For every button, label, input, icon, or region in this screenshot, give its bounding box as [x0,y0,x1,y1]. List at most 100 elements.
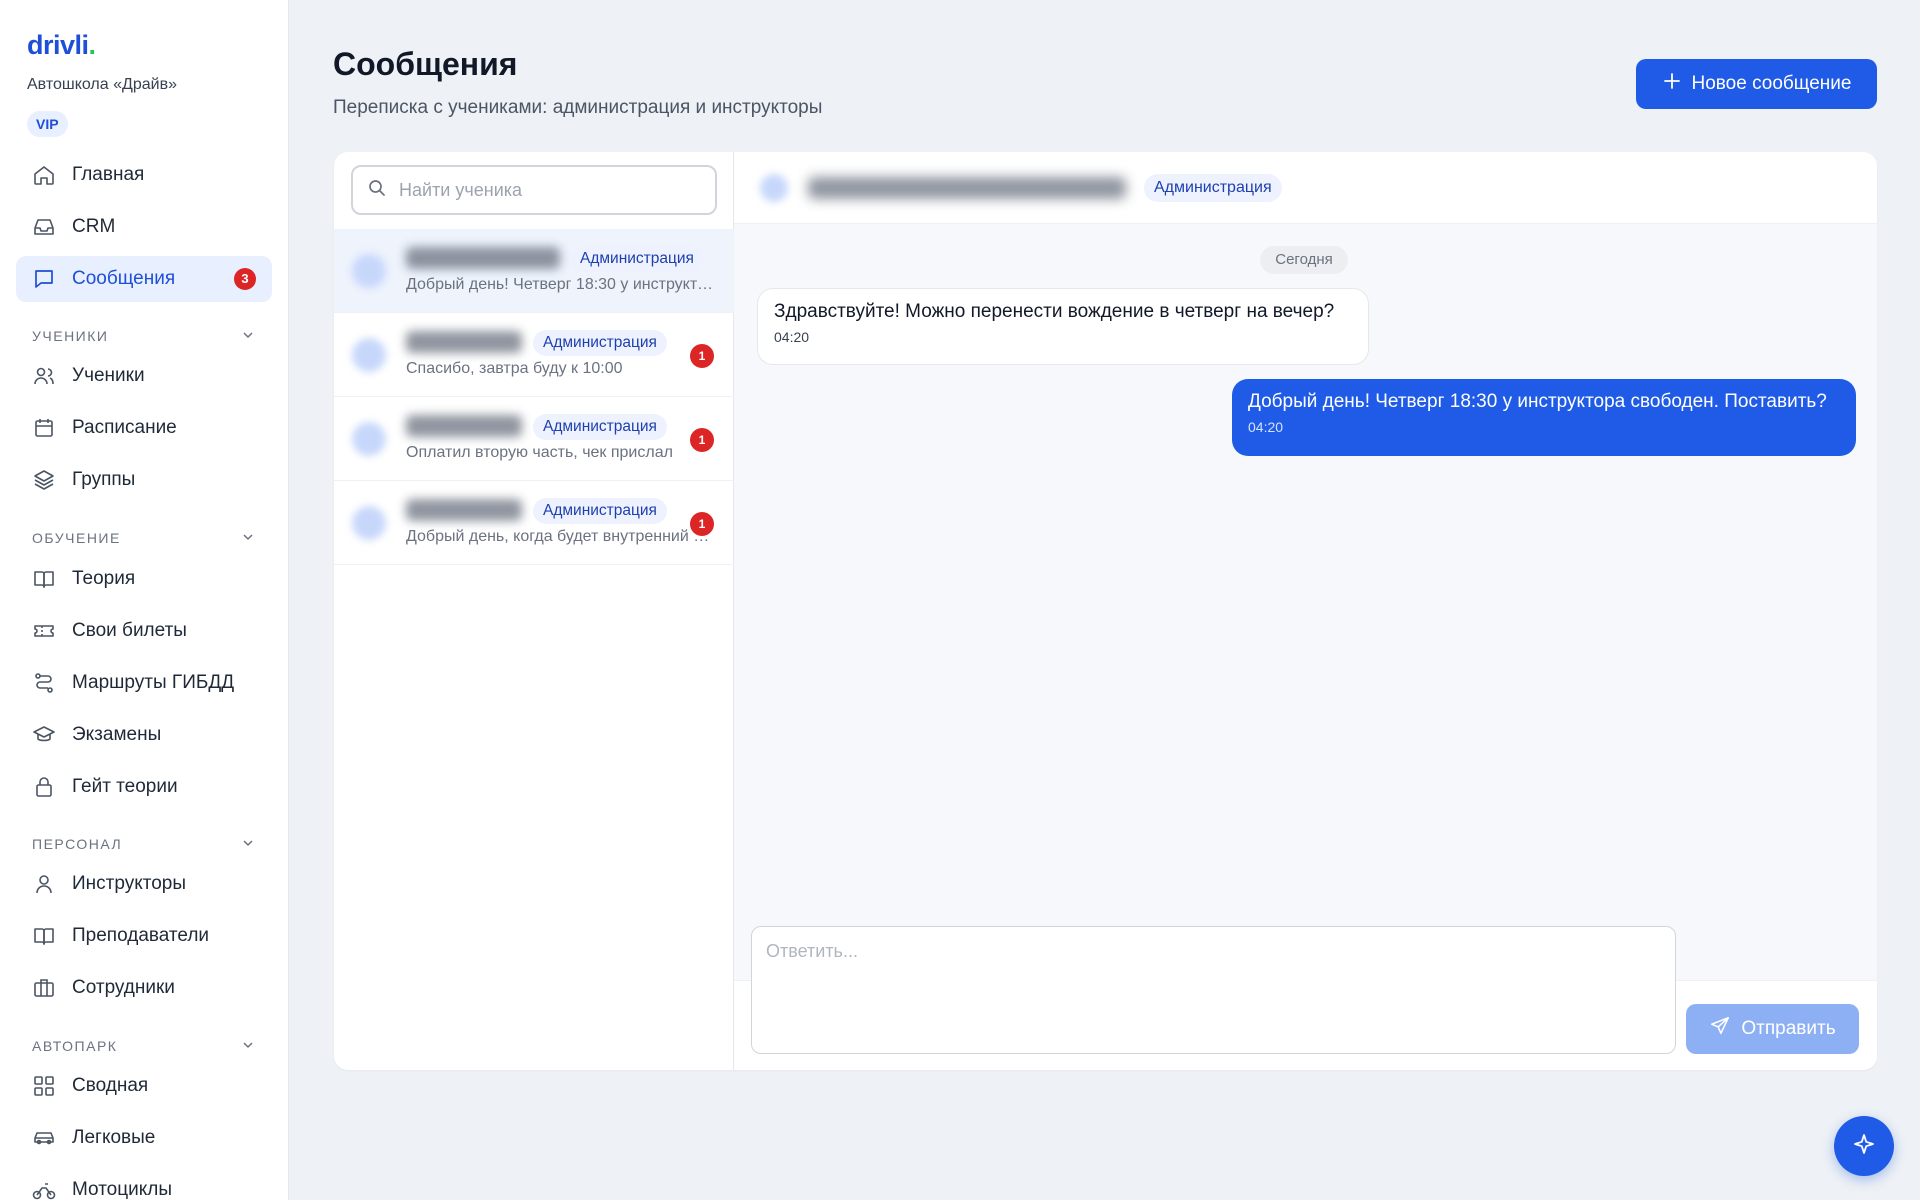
message-preview: Спасибо, завтра буду к 10:00 [406,360,623,377]
chevron-down-icon [240,835,256,854]
page-title: Сообщения [333,46,518,82]
avatar [352,422,386,456]
layers-icon [32,468,56,492]
conversation-item[interactable]: Администрация Оплатил вторую часть, чек … [334,397,734,481]
send-button[interactable]: Отправить [1686,1004,1859,1054]
car-icon [32,1126,56,1150]
contact-name-blurred [406,499,522,521]
section-students-label: УЧЕНИКИ [32,328,109,344]
role-badge: Администрация [533,498,667,524]
conversation-item[interactable]: Администрация Добрый день! Четверг 18:30… [334,229,734,313]
chevron-down-icon [240,529,256,548]
incoming-message: Здравствуйте! Можно перенести вождение в… [757,288,1369,365]
nav-students[interactable]: Ученики [16,353,272,399]
nav-motorcycles[interactable]: Мотоциклы [16,1167,272,1200]
conversation-list: Администрация Добрый день! Четверг 18:30… [334,152,734,1070]
nav-groups-label: Группы [72,469,136,490]
nav-theory[interactable]: Теория [16,556,272,602]
nav-instructors[interactable]: Инструкторы [16,861,272,907]
reply-input[interactable] [751,926,1676,1054]
route-icon [32,671,56,695]
message-text: Добрый день! Четверг 18:30 у инструктора… [1248,391,1827,412]
assistant-button[interactable] [1834,1116,1894,1176]
section-fleet-label: АВТОПАРК [32,1038,118,1054]
section-students[interactable]: УЧЕНИКИ [32,326,256,346]
nav-fleet-summary[interactable]: Сводная [16,1063,272,1109]
role-badge: Администрация [533,414,667,440]
section-training[interactable]: ОБУЧЕНИЕ [32,528,256,548]
logo[interactable]: drivli. [27,30,96,61]
contact-name-blurred [808,177,1126,199]
nav-teachers[interactable]: Преподаватели [16,913,272,959]
avatar [352,506,386,540]
nav-routes[interactable]: Маршруты ГИБДД [16,660,272,706]
calendar-icon [32,416,56,440]
section-training-label: ОБУЧЕНИЕ [32,530,121,546]
nav-instructors-label: Инструкторы [72,873,187,894]
message-preview: Добрый день! Четверг 18:30 у инструктора… [406,276,716,293]
sparkle-icon [1852,1132,1876,1161]
nav-crm-label: CRM [72,216,116,237]
role-badge: Администрация [1144,174,1282,202]
nav-employees[interactable]: Сотрудники [16,965,272,1011]
search-box[interactable] [351,165,717,215]
nav-tickets-label: Свои билеты [72,620,187,641]
section-staff[interactable]: ПЕРСОНАЛ [32,834,256,854]
nav-tickets[interactable]: Свои билеты [16,608,272,654]
avatar [352,254,386,288]
user-icon [32,872,56,896]
send-icon [1709,1015,1731,1043]
book-open-icon [32,924,56,948]
motorcycle-icon [32,1178,56,1200]
message-time: 04:20 [1248,419,1284,435]
book-icon [32,567,56,591]
search-input[interactable] [399,179,699,201]
nav-exams[interactable]: Экзамены [16,712,272,758]
search-icon [367,178,399,203]
unread-badge: 1 [690,344,714,368]
nav-cars[interactable]: Легковые [16,1115,272,1161]
nav-crm[interactable]: CRM [16,204,272,250]
lock-icon [32,775,56,799]
message-text: Здравствуйте! Можно перенести вождение в… [774,301,1335,322]
users-icon [32,364,56,388]
outgoing-message: Добрый день! Четверг 18:30 у инструктора… [1232,379,1856,456]
nav-theory-gate-label: Гейт теории [72,776,178,797]
nav-messages[interactable]: Сообщения 3 [16,256,272,302]
grid-icon [32,1074,56,1098]
nav-schedule-label: Расписание [72,417,177,438]
messages-count-badge: 3 [234,268,256,290]
unread-badge: 1 [690,512,714,536]
home-icon [32,163,56,187]
nav-theory-gate[interactable]: Гейт теории [16,764,272,810]
date-separator: Сегодня [1260,246,1348,274]
section-fleet[interactable]: АВТОПАРК [32,1036,256,1056]
avatar [760,174,788,202]
nav-students-label: Ученики [72,365,145,386]
nav-exams-label: Экзамены [72,724,162,745]
nav-groups[interactable]: Группы [16,457,272,503]
chat-icon [32,267,56,291]
nav-theory-label: Теория [72,568,136,589]
nav-fleet-summary-label: Сводная [72,1075,149,1096]
nav-home[interactable]: Главная [16,152,272,198]
sidebar: drivli. Автошкола «Драйв» VIP Главная CR… [0,0,289,1200]
section-staff-label: ПЕРСОНАЛ [32,836,123,852]
nav-routes-label: Маршруты ГИБДД [72,672,235,693]
unread-badge: 1 [690,428,714,452]
send-label: Отправить [1741,1018,1836,1039]
nav-home-label: Главная [72,164,145,185]
new-message-label: Новое сообщение [1691,73,1852,94]
conversation-item[interactable]: Администрация Добрый день, когда будет в… [334,481,734,565]
nav-employees-label: Сотрудники [72,977,175,998]
chat-thread[interactable]: Сегодня Здравствуйте! Можно перенести во… [734,224,1877,980]
briefcase-icon [32,976,56,1000]
message-preview: Добрый день, когда будет внутренний экза… [406,528,716,545]
avatar [352,338,386,372]
new-message-button[interactable]: Новое сообщение [1636,59,1877,109]
conversation-item[interactable]: Администрация Спасибо, завтра буду к 10:… [334,313,734,397]
role-badge: Администрация [533,330,667,356]
message-preview: Оплатил вторую часть, чек прислал [406,444,673,461]
vip-badge: VIP [27,111,68,137]
nav-schedule[interactable]: Расписание [16,405,272,451]
